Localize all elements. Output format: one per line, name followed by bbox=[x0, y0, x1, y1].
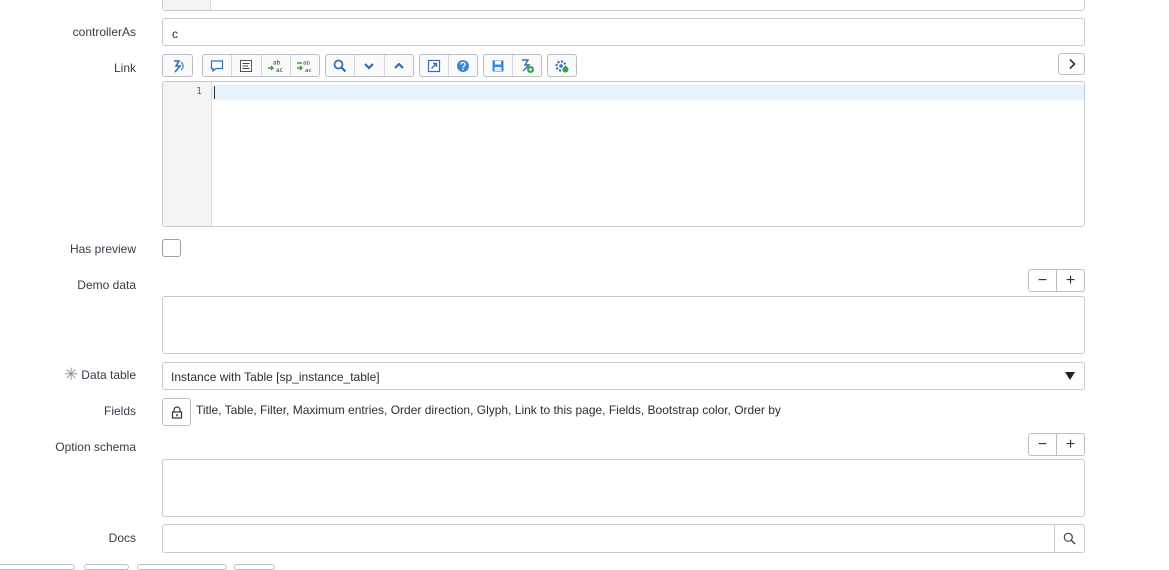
script-debug-button[interactable] bbox=[513, 55, 541, 76]
line-number: 1 bbox=[195, 86, 202, 97]
option-schema-expand-button[interactable]: + bbox=[1057, 434, 1084, 455]
fold-down-icon bbox=[364, 62, 375, 70]
format-code-button[interactable] bbox=[162, 54, 193, 77]
editor-toolbar-group-1: ab ac ab ac bbox=[202, 54, 320, 77]
save-button[interactable] bbox=[484, 55, 513, 76]
save-icon bbox=[492, 60, 504, 71]
svg-text:ab: ab bbox=[303, 60, 310, 66]
dropdown-arrow-icon bbox=[1065, 372, 1075, 380]
search-button[interactable] bbox=[326, 55, 356, 76]
controllerAs-value: c bbox=[172, 27, 178, 41]
expand-editor-button[interactable] bbox=[1058, 53, 1085, 75]
lock-icon bbox=[171, 405, 182, 419]
replace-button[interactable]: ab ac bbox=[262, 55, 291, 76]
fields-label: Fields bbox=[103, 404, 136, 418]
editor-toolbar-group-4 bbox=[483, 54, 542, 77]
comment-icon bbox=[211, 59, 224, 72]
editor-toolbar-group-2 bbox=[325, 54, 414, 77]
help-button[interactable] bbox=[449, 55, 477, 76]
docs-label: Docs bbox=[108, 531, 136, 545]
replace-icon: ab ac bbox=[267, 59, 283, 73]
fold-up-icon bbox=[394, 61, 404, 69]
link-code-editor[interactable]: 1 bbox=[162, 81, 1085, 227]
format-code-button-2[interactable] bbox=[232, 55, 262, 76]
fullscreen-button[interactable] bbox=[420, 55, 449, 76]
fold-down-button[interactable] bbox=[355, 55, 385, 76]
fullscreen-icon bbox=[427, 59, 441, 72]
option-schema-shrink-button[interactable]: − bbox=[1029, 434, 1057, 455]
chevron-right-icon bbox=[1068, 58, 1076, 70]
format-icon bbox=[173, 59, 184, 73]
controllerAs-input[interactable]: c bbox=[162, 18, 1085, 46]
data-table-select[interactable]: Instance with Table [sp_instance_table] bbox=[162, 362, 1085, 390]
docs-input[interactable] bbox=[162, 524, 1055, 553]
svg-text:ab: ab bbox=[273, 59, 281, 66]
svg-text:ac: ac bbox=[305, 68, 311, 73]
replace-all-button[interactable]: ab ac bbox=[291, 55, 319, 76]
line-number-gutter: 1 bbox=[163, 82, 212, 226]
demo-data-textarea[interactable] bbox=[162, 296, 1085, 354]
option-schema-resize-controls: − + bbox=[1028, 433, 1085, 456]
demo-data-resize-controls: − + bbox=[1028, 269, 1085, 292]
option-schema-label: Option schema bbox=[55, 440, 136, 454]
script-debug-icon bbox=[522, 58, 534, 73]
editor-toolbar-group-3 bbox=[419, 54, 478, 77]
search-icon bbox=[1063, 532, 1076, 545]
demo-data-expand-button[interactable]: + bbox=[1057, 270, 1084, 291]
fields-value: Title, Table, Filter, Maximum entries, O… bbox=[196, 403, 781, 417]
active-line-highlight bbox=[212, 85, 1084, 100]
text-cursor bbox=[214, 86, 215, 99]
controllerAs-label: controllerAs bbox=[72, 25, 136, 39]
has-preview-checkbox[interactable] bbox=[162, 239, 181, 257]
previous-field-gutter bbox=[163, 0, 211, 10]
replace-all-icon: ab ac bbox=[296, 60, 311, 73]
demo-data-shrink-button[interactable]: − bbox=[1029, 270, 1057, 291]
settings-button[interactable] bbox=[547, 54, 577, 77]
data-table-value: Instance with Table [sp_instance_table] bbox=[171, 370, 380, 384]
help-icon bbox=[457, 59, 469, 72]
comment-button[interactable] bbox=[203, 55, 233, 76]
demo-data-label: Demo data bbox=[77, 278, 136, 292]
docs-lookup-button[interactable] bbox=[1054, 524, 1085, 553]
bottom-button-1[interactable] bbox=[0, 564, 75, 570]
bottom-button-4[interactable] bbox=[234, 564, 275, 570]
fields-unlock-button[interactable] bbox=[162, 398, 191, 426]
search-icon bbox=[333, 59, 347, 72]
format-code-icon bbox=[240, 59, 253, 72]
link-label: Link bbox=[113, 61, 136, 75]
svg-text:ac: ac bbox=[276, 67, 283, 73]
fold-up-button[interactable] bbox=[385, 55, 413, 76]
required-icon: ✳ bbox=[64, 365, 79, 384]
bottom-button-2[interactable] bbox=[84, 564, 129, 570]
previous-field[interactable] bbox=[162, 0, 1085, 11]
bottom-button-3[interactable] bbox=[137, 564, 227, 570]
data-table-label: Data table bbox=[81, 368, 136, 382]
option-schema-textarea[interactable] bbox=[162, 459, 1085, 517]
settings-icon bbox=[555, 59, 569, 72]
has-preview-label: Has preview bbox=[69, 242, 136, 256]
